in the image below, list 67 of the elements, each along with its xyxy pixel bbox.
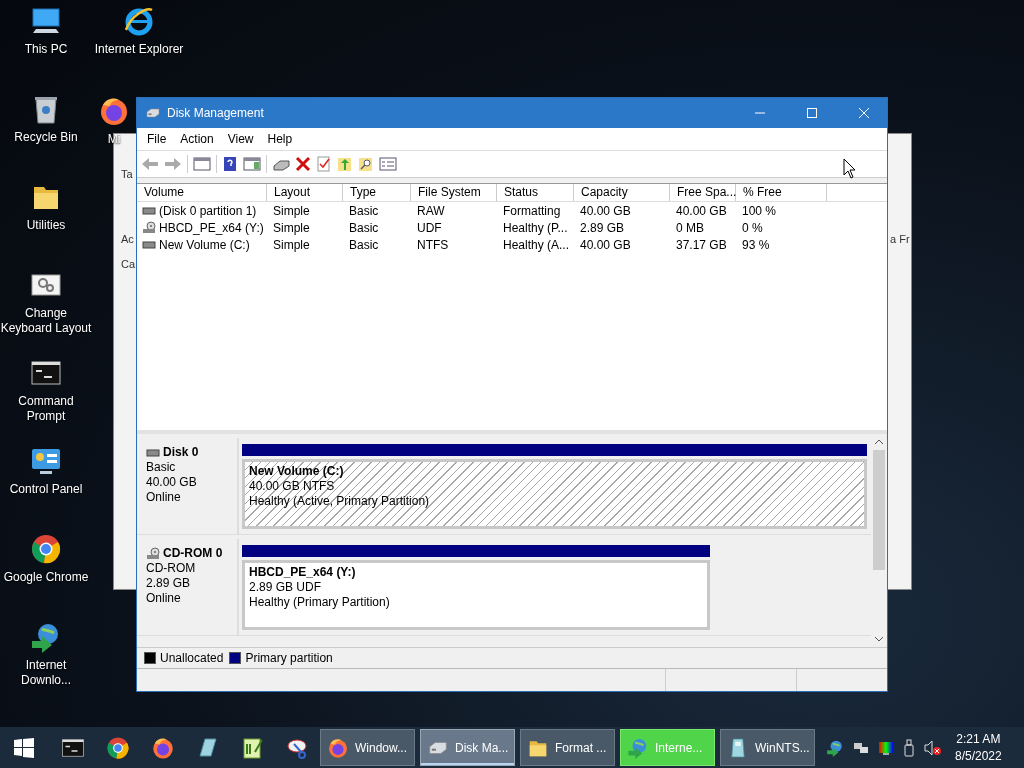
partition-name: HBCD_PE_x64 (Y:): [249, 565, 357, 580]
disk-type: Basic: [146, 460, 177, 475]
window-title: Disk Management: [167, 106, 264, 120]
table-cell-text: 2.89 GB: [579, 220, 626, 235]
desktop-icon-label[interactable]: Recycle Bin: [14, 130, 78, 145]
table-cell-text: 100 %: [741, 203, 778, 218]
partition-name: New Volume (C:): [249, 464, 345, 479]
table-cell-text: RAW: [416, 203, 446, 218]
disk-status: Online: [146, 490, 182, 505]
menu-item[interactable]: File: [140, 132, 174, 146]
table-cell-text: NTFS: [416, 237, 450, 252]
partition-status: Healthy (Primary Partition): [249, 595, 391, 610]
table-cell-text: 0 MB: [675, 220, 705, 235]
table-cell-text: Simple: [272, 237, 311, 252]
table-cell-text: Healthy (A...: [502, 237, 571, 252]
taskbar-button[interactable]: Window...: [320, 729, 415, 766]
table-cell: HBCD_PE_x64 (Y:): [159, 220, 264, 235]
menu-item[interactable]: View: [220, 132, 261, 146]
window-text: Ac: [121, 233, 134, 245]
partition-block[interactable]: New Volume (C:) 40.00 GB NTFS Healthy (Active, Primary Partition): [242, 459, 867, 529]
disk-status: Online: [146, 591, 182, 606]
menu-item[interactable]: Help: [260, 132, 300, 146]
table-cell-text: 93 %: [741, 237, 771, 252]
taskbar-button[interactable]: Format ...: [520, 729, 615, 766]
clock-date: 8/5/2022: [955, 747, 1002, 765]
desktop-icon-label[interactable]: Internet Explorer: [94, 42, 184, 57]
disk-size: 2.89 GB: [146, 576, 192, 591]
clock[interactable]: 2:21 AM 8/5/2022: [955, 730, 1002, 765]
table-cell-text: Formatting: [502, 203, 562, 218]
table-cell-text: Basic: [348, 203, 380, 218]
legend-label: Primary partition: [245, 651, 333, 665]
window-text: Ca: [121, 258, 136, 270]
partition-detail: 40.00 GB NTFS: [249, 479, 336, 494]
table-cell-text: 37.17 GB: [675, 237, 728, 252]
table-cell-text: Simple: [272, 203, 311, 218]
table-cell-text: Healthy (P...: [502, 220, 569, 235]
taskbar-button[interactable]: Disk Ma...: [420, 729, 515, 766]
partition-block[interactable]: HBCD_PE_x64 (Y:) 2.89 GB UDF Healthy (Primary Partition): [242, 560, 710, 630]
disk-size: 40.00 GB: [146, 475, 198, 490]
window-text: Ta: [121, 168, 133, 180]
desktop-icon-label[interactable]: This PC: [24, 42, 68, 57]
clock-time: 2:21 AM: [956, 730, 1001, 748]
disk-type: CD-ROM: [146, 561, 197, 576]
table-cell-text: 40.00 GB: [579, 237, 632, 252]
partition-status: Healthy (Active, Primary Partition): [249, 494, 431, 509]
disk-name: CD-ROM 0: [163, 546, 223, 561]
table-cell-text: 0 %: [741, 220, 764, 235]
desktop-icon-label[interactable]: Command Prompt: [0, 394, 92, 424]
window-text: a Fr: [890, 233, 910, 245]
legend-label: Unallocated: [160, 651, 224, 665]
taskbar-button[interactable]: WinNTS...: [720, 729, 815, 766]
table-cell-text: 40.00 GB: [579, 203, 632, 218]
disk-name: Disk 0: [163, 445, 199, 460]
desktop-icon-label[interactable]: Utilities: [26, 218, 66, 233]
table-cell-text: 40.00 GB: [675, 203, 728, 218]
desktop-icon-label[interactable]: Change Keyboard Layout: [0, 306, 92, 336]
table-cell: New Volume (C:): [159, 237, 250, 252]
desktop-icon-label[interactable]: Internet Downlo...: [0, 658, 92, 688]
menu-item[interactable]: Action: [173, 132, 221, 146]
desktop-icon-label[interactable]: Control Panel: [9, 482, 83, 497]
desktop-icon-label[interactable]: Google Chrome: [3, 570, 89, 585]
table-cell-text: Basic: [348, 237, 380, 252]
table-cell-text: UDF: [416, 220, 443, 235]
partition-detail: 2.89 GB UDF: [249, 580, 323, 595]
table-cell-text: Simple: [272, 220, 311, 235]
table-cell: (Disk 0 partition 1): [159, 203, 257, 218]
table-cell-text: Basic: [348, 220, 380, 235]
